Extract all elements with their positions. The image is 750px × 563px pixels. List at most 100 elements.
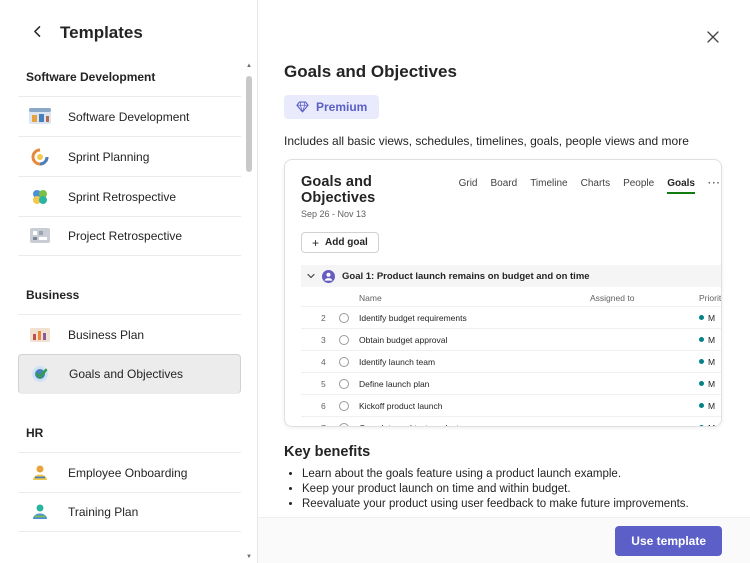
priority-label: M xyxy=(708,423,715,428)
tab-timeline[interactable]: Timeline xyxy=(530,178,567,192)
page-title: Templates xyxy=(60,23,143,43)
project-retrospective-icon xyxy=(26,224,54,248)
sidebar-item-label: Business Plan xyxy=(68,328,144,342)
task-checkbox[interactable] xyxy=(339,423,349,428)
section-heading: Business xyxy=(18,278,241,314)
priority-label: M xyxy=(708,335,715,345)
sidebar-item-software-development[interactable]: Software Development xyxy=(18,96,241,136)
key-benefits-title: Key benefits xyxy=(284,444,722,460)
sidebar-scrollbar[interactable]: ▲ ▼ xyxy=(243,62,255,561)
priority-dot-icon xyxy=(699,425,704,427)
sidebar-item-sprint-retrospective[interactable]: Sprint Retrospective xyxy=(18,176,241,216)
dialog-footer: Use template xyxy=(258,517,750,563)
preview-title: Goals and Objectives xyxy=(301,174,439,206)
column-header-priority: Priorit xyxy=(699,293,721,303)
tab-grid[interactable]: Grid xyxy=(459,178,478,192)
close-icon xyxy=(706,32,720,47)
priority-label: M xyxy=(708,357,715,367)
sidebar: Templates Software Development Software … xyxy=(0,0,258,563)
task-priority: M xyxy=(699,401,715,411)
sidebar-item-label: Goals and Objectives xyxy=(69,367,183,381)
priority-dot-icon xyxy=(699,359,704,364)
task-name: Identify budget requirements xyxy=(359,313,467,323)
section-software-development: Software Development Software Developmen… xyxy=(18,60,241,256)
sidebar-item-project-retrospective[interactable]: Project Retrospective xyxy=(18,216,241,256)
task-checkbox[interactable] xyxy=(339,335,349,345)
task-checkbox[interactable] xyxy=(339,379,349,389)
template-list: Software Development Software Developmen… xyxy=(0,60,257,532)
task-name: Define launch plan xyxy=(359,379,429,389)
table-row[interactable]: 2 Identify budget requirements M xyxy=(301,307,721,329)
add-goal-label: Add goal xyxy=(325,237,368,248)
back-button[interactable] xyxy=(28,22,47,44)
task-priority: M xyxy=(699,335,715,345)
task-name: Complete and test product xyxy=(359,423,459,428)
template-preview-card: Goals and Objectives Sep 26 - Nov 13 Gri… xyxy=(284,159,722,427)
gem-icon xyxy=(296,101,309,113)
sprint-planning-icon xyxy=(26,145,54,169)
priority-dot-icon xyxy=(699,381,704,386)
table-row[interactable]: 6 Kickoff product launch M xyxy=(301,395,721,417)
tab-people[interactable]: People xyxy=(623,178,654,192)
add-goal-button[interactable]: + Add goal xyxy=(301,232,379,253)
row-number: 6 xyxy=(321,401,339,411)
section-hr: HR Employee Onboarding Training Plan xyxy=(18,416,241,532)
row-number: 4 xyxy=(321,357,339,367)
business-plan-icon xyxy=(26,323,54,347)
detail-content: Goals and Objectives Premium Includes al… xyxy=(258,0,750,517)
sidebar-item-label: Project Retrospective xyxy=(68,229,182,243)
tab-goals[interactable]: Goals xyxy=(667,178,695,194)
table-row[interactable]: 4 Identify launch team M xyxy=(301,351,721,373)
chevron-down-icon xyxy=(307,272,315,280)
table-row[interactable]: 3 Obtain budget approval M xyxy=(301,329,721,351)
sidebar-item-sprint-planning[interactable]: Sprint Planning xyxy=(18,136,241,176)
more-tabs-icon[interactable]: ··· xyxy=(708,178,721,192)
row-number: 2 xyxy=(321,313,339,323)
goal-group-header[interactable]: Goal 1: Product launch remains on budget… xyxy=(301,265,721,287)
benefit-item: Learn about the goals feature using a pr… xyxy=(302,468,722,480)
sidebar-item-employee-onboarding[interactable]: Employee Onboarding xyxy=(18,452,241,492)
sidebar-item-label: Software Development xyxy=(68,110,189,124)
sidebar-item-business-plan[interactable]: Business Plan xyxy=(18,314,241,354)
section-business: Business Business Plan Goals and Objecti… xyxy=(18,278,241,394)
task-name: Identify launch team xyxy=(359,357,435,367)
goal-icon xyxy=(322,270,335,283)
use-template-button[interactable]: Use template xyxy=(615,526,722,556)
sidebar-item-training-plan[interactable]: Training Plan xyxy=(18,492,241,532)
sidebar-item-goals-and-objectives[interactable]: Goals and Objectives xyxy=(18,354,241,394)
sidebar-item-label: Sprint Retrospective xyxy=(68,190,176,204)
table-row[interactable]: 5 Define launch plan M xyxy=(301,373,721,395)
column-header-name: Name xyxy=(359,293,382,303)
task-priority: M xyxy=(699,357,715,367)
employee-onboarding-icon xyxy=(26,461,54,485)
tab-board[interactable]: Board xyxy=(491,178,518,192)
preview-tabs: Grid Board Timeline Charts People Goals … xyxy=(459,178,721,194)
column-header-assigned-to: Assigned to xyxy=(590,293,634,303)
priority-label: M xyxy=(708,379,715,389)
priority-dot-icon xyxy=(699,315,704,320)
preview-header: Goals and Objectives Sep 26 - Nov 13 Gri… xyxy=(301,174,721,219)
detail-title: Goals and Objectives xyxy=(284,62,722,82)
task-checkbox[interactable] xyxy=(339,401,349,411)
row-number: 5 xyxy=(321,379,339,389)
premium-label: Premium xyxy=(316,100,367,114)
close-button[interactable] xyxy=(702,26,724,51)
scroll-down-icon[interactable]: ▼ xyxy=(246,553,252,561)
tab-charts[interactable]: Charts xyxy=(581,178,610,192)
goal-header-label: Goal 1: Product launch remains on budget… xyxy=(342,271,590,282)
row-number: 3 xyxy=(321,335,339,345)
scroll-up-icon[interactable]: ▲ xyxy=(246,62,252,70)
sidebar-header: Templates xyxy=(0,22,257,44)
sidebar-item-label: Sprint Planning xyxy=(68,150,149,164)
chevron-left-icon xyxy=(30,24,45,42)
task-name: Obtain budget approval xyxy=(359,335,447,345)
sidebar-item-label: Employee Onboarding xyxy=(68,466,187,480)
task-priority: M xyxy=(699,423,715,428)
task-checkbox[interactable] xyxy=(339,313,349,323)
task-checkbox[interactable] xyxy=(339,357,349,367)
table-row[interactable]: 7 Complete and test product M xyxy=(301,417,721,427)
scrollbar-thumb[interactable] xyxy=(246,76,252,172)
preview-date-range: Sep 26 - Nov 13 xyxy=(301,209,439,219)
priority-label: M xyxy=(708,401,715,411)
grid-column-headers: Name Assigned to Priorit xyxy=(301,287,721,307)
